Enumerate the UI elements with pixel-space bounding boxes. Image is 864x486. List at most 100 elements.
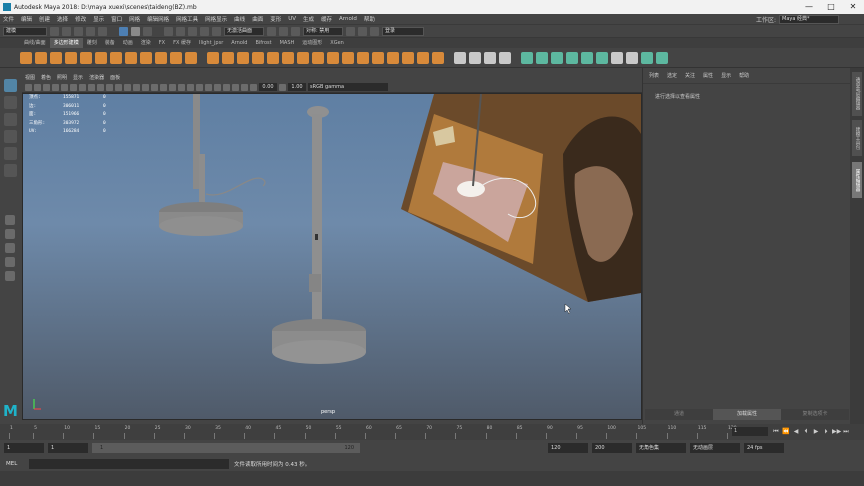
move-tool-icon[interactable] (3, 130, 17, 143)
shelf-tab-bifrost[interactable]: Bifrost (251, 38, 275, 48)
snap-surface-icon[interactable] (212, 26, 221, 36)
side-tab-modeling-toolkit[interactable]: 建模工具包 (852, 120, 862, 156)
offset-loop-icon[interactable] (484, 51, 496, 64)
poly-sphere-icon[interactable] (20, 51, 32, 64)
shelf-tab-arnold[interactable]: Arnold (227, 38, 251, 48)
scene-start-field[interactable]: 1 (4, 443, 44, 453)
tab-load-attributes[interactable]: 加载属性 (713, 409, 781, 420)
channel-menu-attributes[interactable]: 属性 (703, 72, 713, 79)
remesh-icon[interactable] (312, 51, 324, 64)
safe-action-icon[interactable] (106, 83, 113, 91)
side-tab-attribute-editor[interactable]: 属性编辑器 (852, 162, 862, 198)
wireframe-on-shaded-icon[interactable] (151, 83, 158, 91)
bookmark-icon[interactable] (43, 83, 50, 91)
combine-icon[interactable] (207, 51, 219, 64)
viewport-menu-lighting[interactable]: 照明 (57, 74, 67, 81)
gate-mask-icon[interactable] (88, 83, 95, 91)
xray-icon[interactable] (223, 83, 230, 91)
bevel-icon[interactable] (372, 51, 384, 64)
mel-label[interactable]: MEL (6, 461, 24, 467)
delete-history-icon[interactable] (626, 51, 638, 64)
four-pane-icon[interactable] (5, 229, 15, 239)
poly-torus-icon[interactable] (80, 51, 92, 64)
playback-end-field[interactable]: 120 (548, 443, 588, 453)
color-space-dropdown[interactable]: sRGB gamma (308, 83, 388, 91)
tab-copy-tab[interactable]: 复制选项卡 (781, 409, 849, 420)
connect-icon[interactable] (417, 51, 429, 64)
menu-uv[interactable]: UV (288, 16, 296, 22)
viewport-menu-renderer[interactable]: 渲染器 (89, 74, 104, 81)
platonic-icon[interactable] (125, 51, 137, 64)
uv-auto-icon[interactable] (566, 51, 578, 64)
svg-icon[interactable] (185, 51, 197, 64)
exposure-field[interactable]: 0.00 (259, 83, 277, 91)
select-hierarchy-icon[interactable] (119, 26, 128, 36)
film-gate-icon[interactable] (70, 83, 77, 91)
use-lights-icon[interactable] (169, 83, 176, 91)
toggle-icon[interactable] (370, 26, 379, 36)
shelf-tab-poly-modeling[interactable]: 多边形建模 (49, 38, 83, 48)
maximize-button[interactable]: □ (820, 0, 842, 14)
fill-hole-icon[interactable] (282, 51, 294, 64)
smooth-icon[interactable] (237, 51, 249, 64)
graph-layout-icon[interactable] (5, 257, 15, 267)
shelf-tab-ilight[interactable]: Ilight_jpsr (195, 38, 227, 48)
uv-planar-icon[interactable] (521, 51, 533, 64)
viewport-menu-show[interactable]: 显示 (73, 74, 83, 81)
workspace-dropdown[interactable]: Maya 经典* (779, 15, 839, 24)
menu-display[interactable]: 显示 (93, 15, 104, 23)
menu-select[interactable]: 选择 (57, 15, 68, 23)
menu-windows[interactable]: 窗口 (111, 15, 122, 23)
channel-menu-selected[interactable]: 选定 (667, 72, 677, 79)
go-to-end-icon[interactable]: ⏭ (842, 427, 850, 436)
render-icon[interactable] (267, 26, 276, 36)
menu-mesh[interactable]: 网格 (129, 15, 140, 23)
character-set-dropdown[interactable]: 无角色集 (636, 443, 686, 453)
retopo-icon[interactable] (327, 51, 339, 64)
bridge-icon[interactable] (357, 51, 369, 64)
menu-generate[interactable]: 生成 (303, 15, 314, 23)
extrude-icon[interactable] (342, 51, 354, 64)
separate-icon[interactable] (222, 51, 234, 64)
select-tool-icon[interactable] (3, 79, 17, 92)
single-pane-icon[interactable] (5, 215, 15, 225)
menu-mesh-display[interactable]: 网格显示 (205, 15, 227, 23)
slide-edge-icon[interactable] (499, 51, 511, 64)
step-forward-frame-icon[interactable]: ⏵ (822, 427, 830, 436)
shelf-tab-sculpting[interactable]: 雕刻 (83, 38, 101, 48)
menu-modify[interactable]: 修改 (75, 15, 86, 23)
reduce-icon[interactable] (297, 51, 309, 64)
close-button[interactable]: ✕ (842, 0, 864, 14)
aa-icon[interactable] (196, 83, 203, 91)
time-slider[interactable]: 1 5 10 15 20 25 30 35 40 45 50 55 60 65 70 75 80 85 90 95 10… (0, 424, 864, 440)
go-to-start-icon[interactable]: ⏮ (772, 427, 780, 436)
snap-view-icon[interactable] (200, 26, 209, 36)
safe-title-icon[interactable] (115, 83, 122, 91)
checker-icon[interactable] (611, 51, 623, 64)
minimize-button[interactable]: — (798, 0, 820, 14)
tab-channels[interactable]: 通道 (645, 409, 713, 420)
redo-icon[interactable] (98, 26, 107, 36)
shelf-tab-rigging[interactable]: 装备 (101, 38, 119, 48)
sculpt-icon[interactable] (346, 26, 355, 36)
channel-menu-list[interactable]: 列表 (649, 72, 659, 79)
fps-dropdown[interactable]: 24 fps (744, 443, 784, 453)
uv-unfold-icon[interactable] (596, 51, 608, 64)
freeze-transform-icon[interactable] (641, 51, 653, 64)
edge-loop-icon[interactable] (454, 51, 466, 64)
new-scene-icon[interactable] (50, 26, 59, 36)
multi-cut-icon[interactable] (387, 51, 399, 64)
insert-edge-loop-icon[interactable] (469, 51, 481, 64)
side-tab-channel-box[interactable]: 通道盒/层编辑器 (852, 72, 862, 116)
open-scene-icon[interactable] (62, 26, 71, 36)
outliner-layout-icon[interactable] (5, 243, 15, 253)
snap-grid-icon[interactable] (164, 26, 173, 36)
ipr-render-icon[interactable] (279, 26, 288, 36)
shelf-tab-curves[interactable]: 曲线/曲面 (20, 38, 50, 48)
channel-menu-focus[interactable]: 关注 (685, 72, 695, 79)
mel-input[interactable] (29, 458, 229, 469)
paint-select-icon[interactable] (3, 113, 17, 126)
lamp-model-back[interactable] (159, 94, 266, 236)
boolean-icon[interactable] (252, 51, 264, 64)
anim-layer-dropdown[interactable]: 无动画层 (690, 443, 740, 453)
